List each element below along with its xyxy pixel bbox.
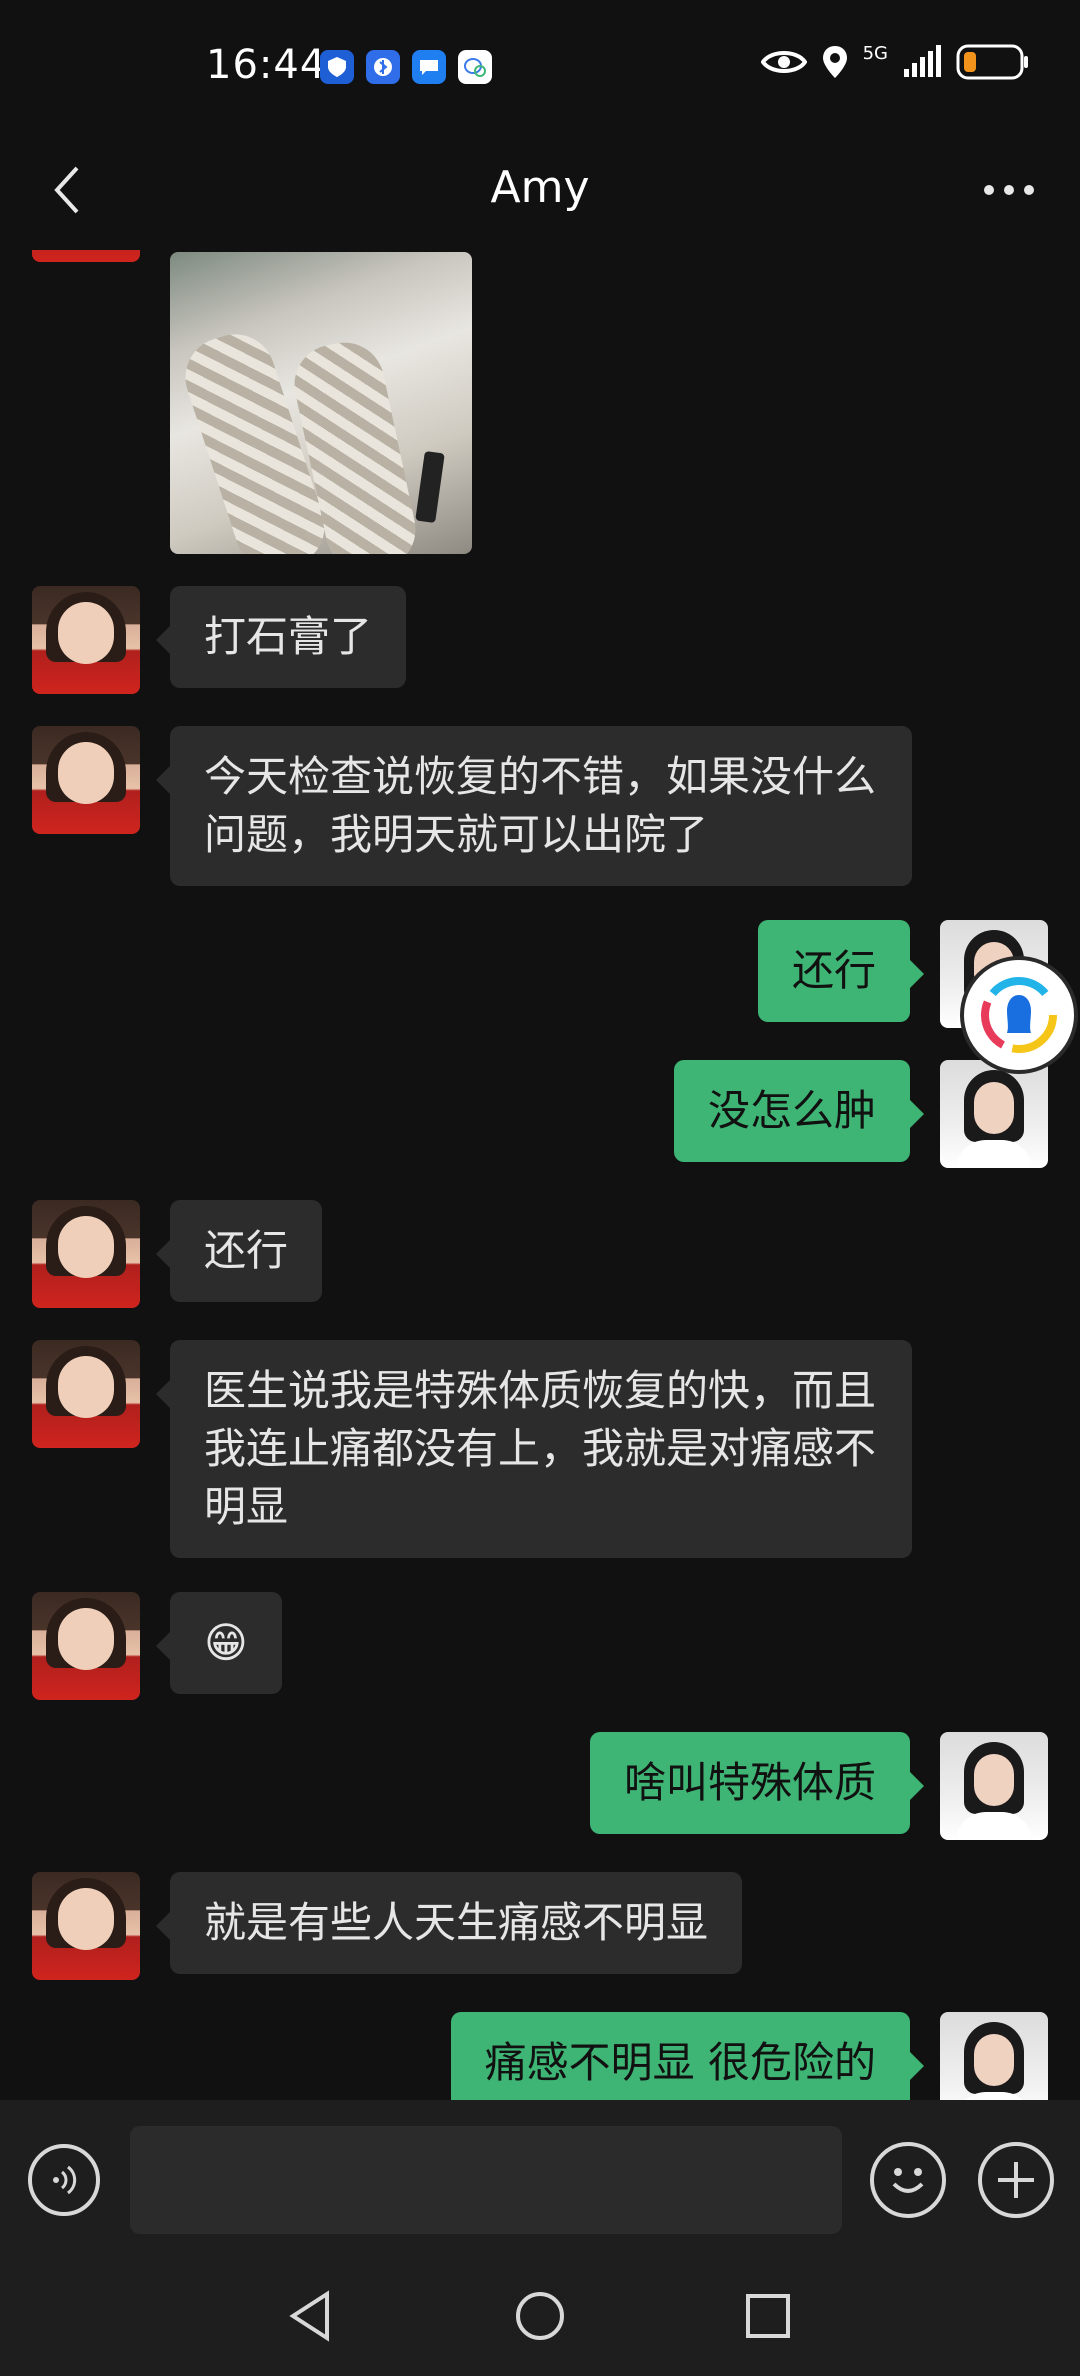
network-type: 5G	[862, 43, 888, 64]
avatar[interactable]	[32, 1200, 140, 1308]
system-back-button[interactable]	[280, 2286, 340, 2346]
status-app-icons	[320, 50, 492, 84]
message-bubble-incoming[interactable]: 就是有些人天生痛感不明显	[155, 1872, 743, 1974]
more-options-button[interactable]	[974, 160, 1044, 220]
status-indicators: 5G	[760, 43, 1030, 80]
more-dots-icon	[984, 185, 1034, 195]
avatar-self[interactable]	[940, 2012, 1048, 2100]
plus-icon	[998, 2162, 1034, 2198]
avatar[interactable]	[32, 250, 140, 262]
battery-icon	[956, 44, 1028, 80]
image-message[interactable]	[170, 252, 472, 554]
chat-app-icon	[458, 50, 492, 84]
message-bubble-incoming[interactable]: 还行	[155, 1200, 323, 1302]
emoji-icon	[892, 2168, 924, 2193]
avatar[interactable]	[32, 726, 140, 834]
chat-screen: 16:44 5G Amy 打石膏了 今天检查说恢复的不错，如果没什么问题，我明天…	[0, 0, 1080, 2376]
avatar-self[interactable]	[940, 1060, 1048, 1168]
system-recents-button[interactable]	[738, 2286, 798, 2346]
status-bar: 16:44 5G	[0, 0, 1080, 140]
shield-app-icon	[320, 50, 354, 84]
message-app-icon	[412, 50, 446, 84]
avatar[interactable]	[32, 586, 140, 694]
location-icon	[822, 46, 847, 78]
status-time: 16:44	[206, 42, 327, 88]
system-navigation-bar	[0, 2256, 1080, 2376]
triangle-back-icon	[289, 2290, 329, 2342]
message-bubble-outgoing[interactable]: 没怎么肿	[673, 1060, 925, 1162]
chat-title: Amy	[490, 162, 590, 213]
message-bubble-outgoing[interactable]: 还行	[757, 920, 925, 1022]
voice-button[interactable]	[28, 2144, 100, 2216]
circle-home-icon	[516, 2292, 564, 2340]
floating-assistant-button[interactable]	[964, 960, 1074, 1070]
message-bubble-outgoing[interactable]: 啥叫特殊体质	[589, 1732, 925, 1834]
system-home-button[interactable]	[510, 2286, 570, 2346]
more-functions-button[interactable]	[978, 2142, 1054, 2218]
message-bubble-incoming[interactable]: 打石膏了	[155, 586, 407, 688]
message-input[interactable]	[130, 2126, 842, 2234]
square-recents-icon	[746, 2294, 790, 2338]
avatar[interactable]	[32, 1872, 140, 1980]
assistant-icon	[981, 977, 1057, 1053]
message-list[interactable]: 打石膏了 今天检查说恢复的不错，如果没什么问题，我明天就可以出院了 还行 没怎么…	[0, 250, 1080, 2100]
message-bubble-incoming[interactable]: 😁	[156, 1592, 282, 1694]
avatar[interactable]	[32, 1592, 140, 1700]
bluetooth-app-icon	[366, 50, 400, 84]
chat-header: Amy	[0, 140, 1080, 250]
avatar-self[interactable]	[940, 1732, 1048, 1840]
avatar[interactable]	[32, 1340, 140, 1448]
message-bubble-incoming[interactable]: 今天检查说恢复的不错，如果没什么问题，我明天就可以出院了	[156, 726, 912, 886]
signal-icon	[904, 45, 941, 77]
input-bar	[0, 2100, 1080, 2256]
emoji-button[interactable]	[870, 2142, 946, 2218]
message-bubble-incoming[interactable]: 医生说我是特殊体质恢复的快，而且我连止痛都没有上，我就是对痛感不明显	[156, 1340, 912, 1558]
message-bubble-outgoing[interactable]: 痛感不明显 很危险的	[450, 2012, 925, 2100]
voice-icon	[53, 2165, 77, 2195]
eye-icon	[760, 51, 807, 73]
